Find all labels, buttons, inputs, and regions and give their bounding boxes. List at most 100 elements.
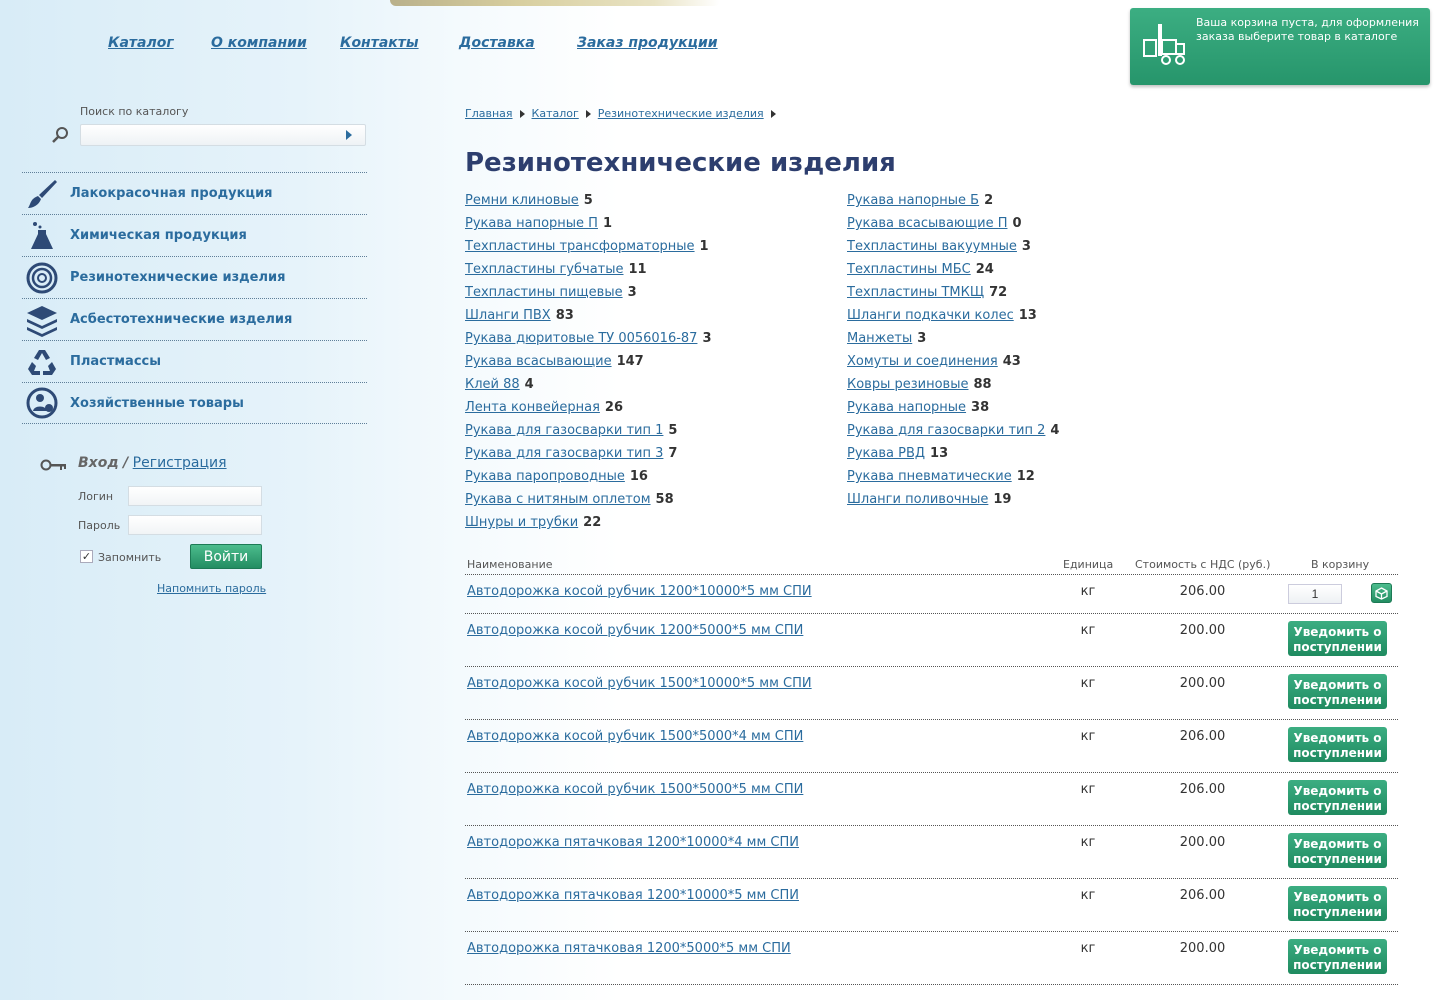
menu-item-rubber[interactable]: Резинотехнические изделия bbox=[22, 256, 367, 298]
menu-item-paint[interactable]: Лакокрасочная продукция bbox=[22, 172, 367, 214]
subcategory-link[interactable]: Рукава для газосварки тип 3 bbox=[465, 446, 663, 461]
product-name-link[interactable]: Автодорожка пятачковая 1200*10000*4 мм С… bbox=[467, 835, 799, 850]
register-link[interactable]: Регистрация bbox=[133, 455, 227, 471]
subcategory-link[interactable]: Шланги ПВХ bbox=[465, 308, 551, 323]
product-unit: кг bbox=[1080, 835, 1096, 850]
password-field[interactable] bbox=[128, 515, 262, 535]
subcategory-link[interactable]: Рукава напорные П bbox=[465, 216, 598, 231]
table-row: Автодорожка косой рубчик 1500*5000*5 мм … bbox=[465, 773, 1398, 826]
subcategory-link[interactable]: Лента конвейерная bbox=[465, 400, 600, 415]
subcategory-link[interactable]: Рукава напорные Б bbox=[847, 193, 979, 208]
product-name-link[interactable]: Автодорожка косой рубчик 1500*10000*5 мм… bbox=[467, 676, 812, 691]
search-input[interactable] bbox=[80, 124, 366, 146]
table-row: Автодорожка пятачковая 1200*10000*5 мм С… bbox=[465, 879, 1398, 932]
nav-contacts[interactable]: Контакты bbox=[340, 35, 459, 51]
breadcrumb-catalog[interactable]: Каталог bbox=[532, 107, 579, 120]
notify-button[interactable]: Уведомить о поступлении bbox=[1288, 833, 1387, 868]
subcategory-link[interactable]: Рукава всасывающие bbox=[465, 354, 612, 369]
subcategory-link[interactable]: Шнуры и трубки bbox=[465, 515, 578, 530]
nav-order[interactable]: Заказ продукции bbox=[577, 35, 727, 51]
quantity-input[interactable] bbox=[1288, 584, 1342, 604]
subcategory-link[interactable]: Рукава напорные bbox=[847, 400, 966, 415]
cart-widget[interactable]: Ваша корзина пуста, для оформления заказ… bbox=[1130, 8, 1430, 85]
nav-catalog[interactable]: Каталог bbox=[108, 35, 211, 51]
household-icon bbox=[24, 385, 60, 421]
subcategory-count: 26 bbox=[604, 400, 623, 415]
subcategory-link[interactable]: Клей 88 bbox=[465, 377, 520, 392]
subcategory-count: 3 bbox=[1021, 239, 1031, 254]
subcategory-link[interactable]: Рукава всасывающие П bbox=[847, 216, 1007, 231]
breadcrumb-home[interactable]: Главная bbox=[465, 107, 513, 120]
subcategory-link[interactable]: Шланги поливочные bbox=[847, 492, 988, 507]
menu-item-chemical[interactable]: Химическая продукция bbox=[22, 214, 367, 256]
product-name-link[interactable]: Автодорожка косой рубчик 1200*10000*5 мм… bbox=[467, 584, 812, 599]
remember-checkbox[interactable]: ✓ bbox=[80, 550, 93, 563]
subcategory-item: Шланги ПВХ 83 bbox=[465, 308, 845, 331]
login-button[interactable]: Войти bbox=[190, 544, 262, 569]
subcategory-count: 1 bbox=[602, 216, 612, 231]
subcategory-link[interactable]: Ковры резиновые bbox=[847, 377, 968, 392]
subcategory-link[interactable]: Рукава для газосварки тип 1 bbox=[465, 423, 663, 438]
product-price: 206.00 bbox=[1179, 729, 1226, 744]
subcategory-item: Техпластины трансформаторные 1 bbox=[465, 239, 845, 262]
flask-icon bbox=[24, 218, 60, 254]
subcategory-link[interactable]: Манжеты bbox=[847, 331, 912, 346]
subcategory-item: Хомуты и соединения 43 bbox=[847, 354, 1227, 377]
subcategory-link[interactable]: Техпластины трансформаторные bbox=[465, 239, 695, 254]
subcategory-item: Клей 88 4 bbox=[465, 377, 845, 400]
product-name-link[interactable]: Автодорожка косой рубчик 1200*5000*5 мм … bbox=[467, 623, 803, 638]
menu-item-household[interactable]: Хозяйственные товары bbox=[22, 382, 367, 424]
subcategory-item: Рукава РВД 13 bbox=[847, 446, 1227, 469]
add-to-cart-button[interactable] bbox=[1371, 583, 1392, 603]
search-submit-icon[interactable] bbox=[346, 130, 352, 140]
subcategory-count: 1 bbox=[699, 239, 709, 254]
subcategory-list-right: Рукава напорные Б 2 Рукава всасывающие П 0 Т… bbox=[847, 193, 1227, 515]
subcategory-link[interactable]: Рукава с нитяным оплетом bbox=[465, 492, 651, 507]
notify-button[interactable]: Уведомить о поступлении bbox=[1288, 780, 1387, 815]
notify-button[interactable]: Уведомить о поступлении bbox=[1288, 674, 1387, 709]
product-price: 200.00 bbox=[1179, 676, 1226, 691]
product-name-link[interactable]: Автодорожка косой рубчик 1500*5000*5 мм … bbox=[467, 782, 803, 797]
subcategory-link[interactable]: Техпластины губчатые bbox=[465, 262, 624, 277]
menu-item-label: Асбестотехнические изделия bbox=[70, 312, 293, 327]
products-table: Наименование Единица Стоимость с НДС (ру… bbox=[465, 555, 1398, 985]
notify-button[interactable]: Уведомить о поступлении bbox=[1288, 621, 1387, 656]
notify-button[interactable]: Уведомить о поступлении bbox=[1288, 939, 1387, 974]
subcategory-link[interactable]: Рукава паропроводные bbox=[465, 469, 625, 484]
subcategory-count: 13 bbox=[1018, 308, 1037, 323]
breadcrumb-current[interactable]: Резинотехнические изделия bbox=[598, 107, 764, 120]
subcategory-link[interactable]: Рукава дюритовые ТУ 0056016-87 bbox=[465, 331, 697, 346]
menu-item-asbestos[interactable]: Асбестотехнические изделия bbox=[22, 298, 367, 340]
subcategory-item: Техпластины вакуумные 3 bbox=[847, 239, 1227, 262]
product-price: 200.00 bbox=[1179, 835, 1226, 850]
subcategory-link[interactable]: Рукава пневматические bbox=[847, 469, 1012, 484]
notify-button[interactable]: Уведомить о поступлении bbox=[1288, 727, 1387, 762]
product-name-link[interactable]: Автодорожка пятачковая 1200*5000*5 мм СП… bbox=[467, 941, 791, 956]
subcategory-count: 38 bbox=[971, 400, 990, 415]
login-separator: / bbox=[123, 455, 129, 471]
nav-about[interactable]: О компании bbox=[211, 35, 340, 51]
login-field[interactable] bbox=[128, 486, 262, 506]
header-price: Стоимость с НДС (руб.) bbox=[1135, 558, 1271, 571]
subcategory-link[interactable]: Рукава РВД bbox=[847, 446, 925, 461]
subcategory-link[interactable]: Техпластины ТМКЩ bbox=[847, 285, 984, 300]
remember-label: Запомнить bbox=[98, 551, 162, 564]
product-name-link[interactable]: Автодорожка косой рубчик 1500*5000*4 мм … bbox=[467, 729, 803, 744]
subcategory-link[interactable]: Рукава для газосварки тип 2 bbox=[847, 423, 1045, 438]
product-name-link[interactable]: Автодорожка пятачковая 1200*10000*5 мм С… bbox=[467, 888, 799, 903]
menu-item-plastics[interactable]: Пластмассы bbox=[22, 340, 367, 382]
category-menu: Лакокрасочная продукция Химическая проду… bbox=[22, 172, 367, 424]
cart-status-text: Ваша корзина пуста, для оформления заказ… bbox=[1196, 16, 1419, 43]
forgot-password-link[interactable]: Напомнить пароль bbox=[157, 582, 266, 595]
subcategory-link[interactable]: Техпластины вакуумные bbox=[847, 239, 1017, 254]
subcategory-link[interactable]: Шланги подкачки колес bbox=[847, 308, 1014, 323]
notify-button[interactable]: Уведомить о поступлении bbox=[1288, 886, 1387, 921]
product-price: 206.00 bbox=[1179, 782, 1226, 797]
nav-delivery[interactable]: Доставка bbox=[459, 35, 577, 51]
key-icon bbox=[40, 459, 66, 471]
subcategory-link[interactable]: Техпластины МБС bbox=[847, 262, 971, 277]
subcategory-link[interactable]: Техпластины пищевые bbox=[465, 285, 623, 300]
breadcrumb-arrow-icon bbox=[519, 109, 525, 118]
subcategory-link[interactable]: Ремни клиновые bbox=[465, 193, 579, 208]
subcategory-link[interactable]: Хомуты и соединения bbox=[847, 354, 998, 369]
